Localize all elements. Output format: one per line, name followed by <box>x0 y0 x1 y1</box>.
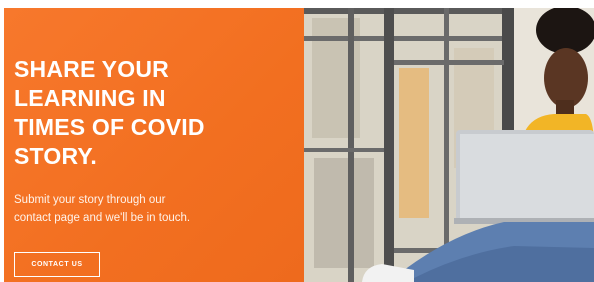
headline-line-1: SHARE YOUR <box>14 56 169 82</box>
subtext-line-1: Submit your story through our <box>14 194 166 206</box>
headline-line-4: STORY. <box>14 143 98 169</box>
promo-headline: SHARE YOUR LEARNING IN TIMES OF COVID ST… <box>14 55 294 171</box>
promo-subtext: Submit your story through our contact pa… <box>14 191 294 227</box>
woman-with-laptop-illustration <box>304 8 594 282</box>
headline-line-3: TIMES OF COVID <box>14 114 205 140</box>
promo-banner: SHARE YOUR LEARNING IN TIMES OF COVID ST… <box>0 0 594 282</box>
subtext-line-2: contact page and we'll be in touch. <box>14 212 191 224</box>
promo-panel: SHARE YOUR LEARNING IN TIMES OF COVID ST… <box>4 8 304 282</box>
headline-line-2: LEARNING IN <box>14 85 166 111</box>
contact-us-button[interactable]: CONTACT US <box>14 252 100 277</box>
hero-photo <box>304 8 594 282</box>
